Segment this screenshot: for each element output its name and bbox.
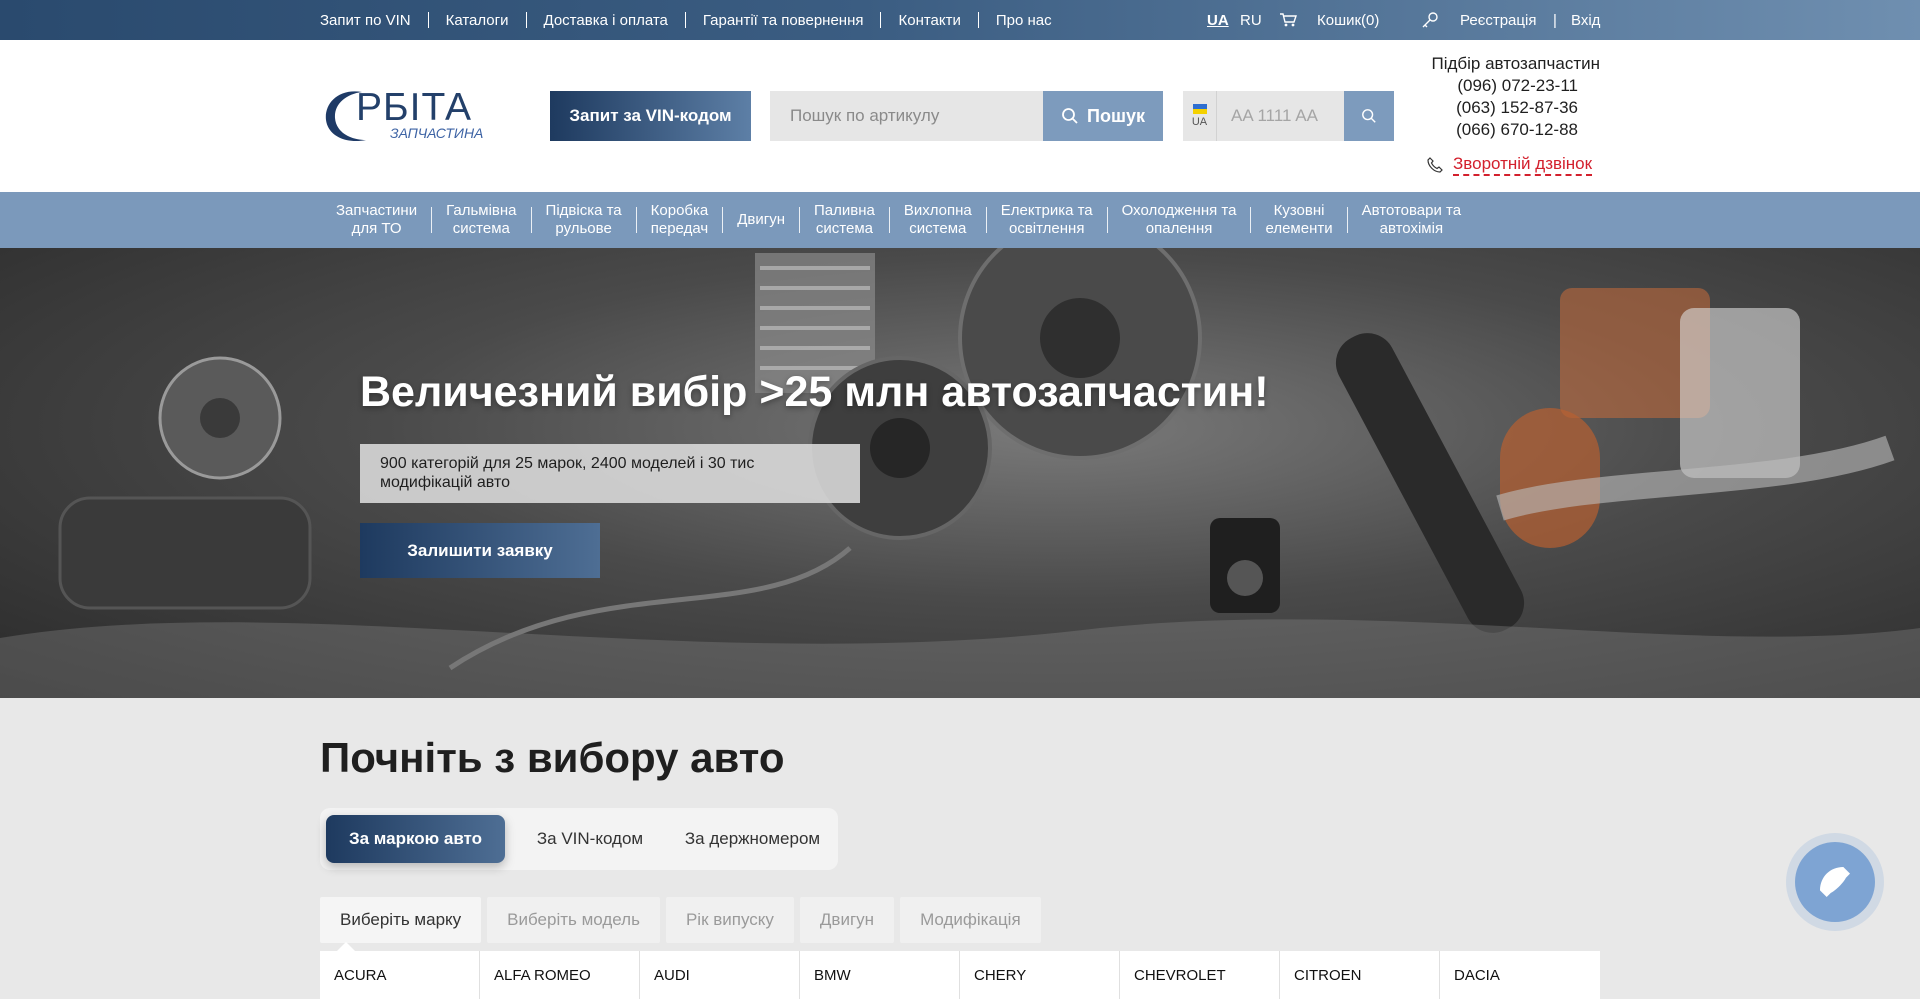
register-link[interactable]: Реєстрація	[1460, 0, 1536, 40]
tab-by-brand[interactable]: За маркою авто	[326, 815, 505, 863]
callback-label: Зворотній дзвінок	[1453, 154, 1593, 176]
top-links: Запит по VIN Каталоги Доставка і оплата …	[320, 0, 1052, 40]
top-link-about[interactable]: Про нас	[996, 12, 1052, 29]
divider	[977, 12, 979, 28]
search-icon	[1362, 109, 1376, 123]
nav-divider	[530, 207, 532, 233]
nav-divider	[1106, 207, 1108, 233]
brand-item[interactable]: ALFA ROMEO	[480, 951, 640, 999]
lang-ru[interactable]: RU	[1240, 0, 1262, 40]
nav-divider	[431, 207, 433, 233]
cart-link[interactable]: Кошик(0)	[1317, 0, 1379, 40]
divider: |	[1553, 11, 1557, 29]
nav-category-item[interactable]: Коробка передач	[637, 202, 723, 238]
selector-tabs: За маркою авто За VIN-кодом За держномер…	[320, 808, 838, 870]
logo[interactable]: РБІТА ЗАПЧАСТИНА	[322, 84, 484, 146]
hero-title: Величезний вибір >25 млн автозапчастин!	[360, 368, 1269, 416]
cart-icon[interactable]	[1279, 0, 1297, 40]
contacts-title: Підбір автозапчастин	[1431, 54, 1600, 73]
brand-item[interactable]: BMW	[800, 951, 960, 999]
nav-divider	[635, 207, 637, 233]
article-search-input[interactable]	[770, 91, 1044, 141]
brand-item[interactable]: CHERY	[960, 951, 1120, 999]
nav-category-item[interactable]: Гальмівна система	[432, 202, 530, 238]
step-brand[interactable]: Виберіть марку	[320, 897, 482, 943]
leave-request-button[interactable]: Залишити заявку	[360, 523, 600, 578]
plate-input[interactable]	[1217, 91, 1344, 141]
floating-call-button[interactable]	[1786, 833, 1884, 931]
callback-link[interactable]: Зворотній дзвінок	[1427, 154, 1593, 176]
phone-1[interactable]: (096) 072-23-11	[1400, 76, 1600, 96]
nav-divider	[1346, 207, 1348, 233]
top-link-catalogs[interactable]: Каталоги	[446, 12, 509, 29]
step-modification[interactable]: Модифікація	[900, 897, 1041, 943]
contacts-block: Підбір автозапчастин (096) 072-23-11 (06…	[1400, 54, 1600, 140]
nav-category-item[interactable]: Двигун	[723, 211, 799, 229]
nav-divider	[1250, 207, 1252, 233]
top-link-vin[interactable]: Запит по VIN	[320, 12, 411, 29]
nav-category-item[interactable]: Електрика та освітлення	[987, 202, 1107, 238]
key-icon	[1421, 0, 1439, 40]
top-bar: Запит по VIN Каталоги Доставка і оплата …	[0, 0, 1920, 40]
selection-steps: Виберіть марку Виберіть модель Рік випус…	[320, 897, 1041, 943]
divider	[684, 12, 686, 28]
nav-category-item[interactable]: Кузовні елементи	[1251, 202, 1346, 238]
search-button[interactable]: Пошук	[1043, 91, 1163, 141]
nav-category-item[interactable]: Паливна система	[800, 202, 889, 238]
header: РБІТА ЗАПЧАСТИНА Запит за VIN-кодом Пошу…	[0, 40, 1920, 192]
ua-flag-icon	[1192, 104, 1207, 114]
tab-by-vin[interactable]: За VIN-кодом	[515, 815, 665, 863]
auto-parts-photo	[0, 248, 1920, 698]
divider	[880, 12, 882, 28]
brand-item[interactable]: ACURA	[320, 951, 480, 999]
logo-word: РБІТА	[356, 86, 472, 129]
brand-item[interactable]: CITROEN	[1280, 951, 1440, 999]
hero-subtitle: 900 категорій для 25 марок, 2400 моделей…	[360, 444, 860, 503]
phone-3[interactable]: (066) 670-12-88	[1400, 120, 1600, 140]
nav-divider	[888, 207, 890, 233]
tab-by-plate[interactable]: За держномером	[670, 815, 835, 863]
nav-category-item[interactable]: Охолодження та опалення	[1108, 202, 1251, 238]
brand-item[interactable]: CHEVROLET	[1120, 951, 1280, 999]
top-link-delivery[interactable]: Доставка і оплата	[544, 12, 668, 29]
nav-category-item[interactable]: Автотовари та автохімія	[1348, 202, 1475, 238]
plate-flag: UA	[1183, 91, 1217, 141]
nav-category-item[interactable]: Вихлопна система	[890, 202, 986, 238]
nav-category-item[interactable]: Запчастини для ТО	[322, 202, 431, 238]
step-engine[interactable]: Двигун	[799, 897, 895, 943]
plate-search: UA	[1183, 91, 1394, 141]
brand-item[interactable]: AUDI	[640, 951, 800, 999]
logo-subtitle: ЗАПЧАСТИНА	[390, 125, 484, 141]
search-icon	[1062, 108, 1078, 124]
brand-item[interactable]: DACIA	[1440, 951, 1600, 999]
search-button-label: Пошук	[1087, 105, 1145, 126]
hero-banner: Величезний вибір >25 млн автозапчастин! …	[0, 248, 1920, 698]
category-nav-items: Запчастини для ТО Гальмівна система Підвіс…	[322, 192, 1475, 248]
phone-icon	[1427, 157, 1443, 173]
brand-list: ACURA ALFA ROMEO AUDI BMW CHERY CHEVROLE…	[320, 951, 1600, 999]
top-link-guarantee[interactable]: Гарантії та повернення	[703, 12, 864, 29]
nav-divider	[985, 207, 987, 233]
plate-country: UA	[1191, 116, 1208, 128]
nav-divider	[722, 207, 724, 233]
login-link[interactable]: Вхід	[1571, 0, 1600, 40]
phone-2[interactable]: (063) 152-87-36	[1400, 98, 1600, 118]
divider	[525, 12, 527, 28]
step-year[interactable]: Рік випуску	[665, 897, 794, 943]
phone-icon	[1820, 867, 1850, 897]
section-title: Почніть з вибору авто	[320, 734, 785, 781]
lang-ua[interactable]: UA	[1207, 0, 1229, 40]
nav-category-item[interactable]: Підвіска та рульове	[532, 202, 636, 238]
step-model[interactable]: Виберіть модель	[487, 897, 660, 943]
divider	[427, 12, 429, 28]
top-link-contacts[interactable]: Контакти	[898, 12, 960, 29]
vin-request-button[interactable]: Запит за VIN-кодом	[550, 91, 751, 141]
category-nav: Запчастини для ТО Гальмівна система Підвіс…	[0, 192, 1920, 248]
nav-divider	[799, 207, 801, 233]
floating-call-inner	[1795, 842, 1875, 922]
plate-search-button[interactable]	[1344, 91, 1394, 141]
